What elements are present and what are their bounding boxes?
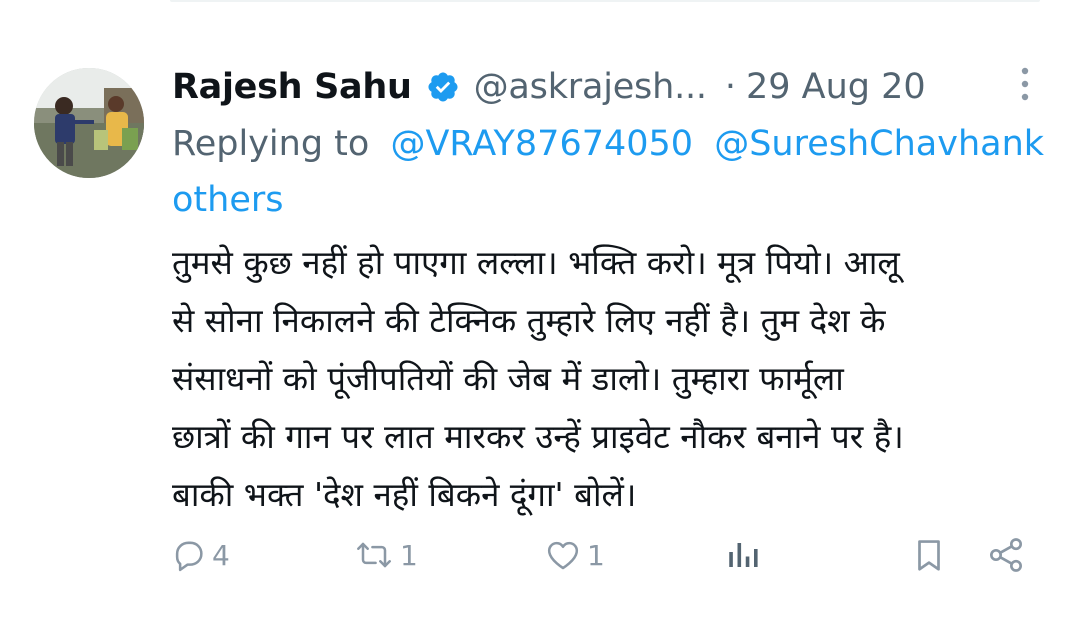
tweet-text-line: संसाधनों को पूंजीपतियों की जेब में डालो।… (172, 359, 844, 398)
share-icon (986, 535, 1026, 575)
tweet-text-line: तुमसे कुछ नहीं हो पाएगा लल्ला। भक्ति करो… (172, 243, 900, 282)
mention-link[interactable]: @SureshChavhank (714, 124, 1044, 164)
reply-count: 4 (212, 538, 230, 572)
replying-to-label: Replying to (172, 124, 370, 164)
bookmark-icon (910, 535, 948, 575)
more-vertical-icon[interactable] (1010, 64, 1040, 104)
replying-to: Replying to @VRAY87674050 @SureshChavhan… (172, 116, 1080, 226)
tweet-text-line: बाकी भक्त 'देश नहीं बिकने दूंगा' बोलें। (172, 475, 637, 514)
views-button[interactable] (724, 528, 760, 582)
retweet-count: 1 (400, 538, 418, 572)
avatar[interactable] (34, 68, 144, 178)
tweet-text-line: से सोना निकालने की टेक्निक तुम्हारे लिए … (172, 301, 886, 340)
separator-dot: · (724, 67, 736, 107)
analytics-icon (724, 536, 760, 574)
tweet-text: तुमसे कुछ नहीं हो पाएगा लल्ला। भक्ति करो… (172, 234, 1052, 524)
verified-badge-icon[interactable] (426, 70, 460, 104)
tweet-header: Rajesh Sahu @askrajesh... · 29 Aug 20 (172, 62, 926, 112)
author-handle[interactable]: @askrajesh... (474, 62, 707, 112)
bookmark-button[interactable] (910, 528, 948, 582)
tweet-text-line: छात्रों की गान पर लात मारकर उन्हें प्राइ… (172, 417, 904, 456)
like-count: 1 (587, 538, 605, 572)
action-bar: 4 1 1 (0, 528, 1080, 582)
reply-button[interactable]: 4 (170, 528, 230, 582)
avatar-photo (34, 68, 144, 178)
author-name[interactable]: Rajesh Sahu (172, 62, 412, 112)
heart-icon (543, 536, 583, 574)
mention-link[interactable]: @VRAY87674050 (390, 124, 693, 164)
share-button[interactable] (986, 528, 1026, 582)
tweet-date[interactable]: 29 Aug 20 (746, 62, 926, 112)
retweet-button[interactable]: 1 (352, 528, 418, 582)
retweet-icon (352, 536, 396, 574)
others-link[interactable]: others (172, 180, 283, 220)
like-button[interactable]: 1 (543, 528, 605, 582)
top-divider (170, 0, 1040, 2)
reply-icon (170, 536, 208, 574)
